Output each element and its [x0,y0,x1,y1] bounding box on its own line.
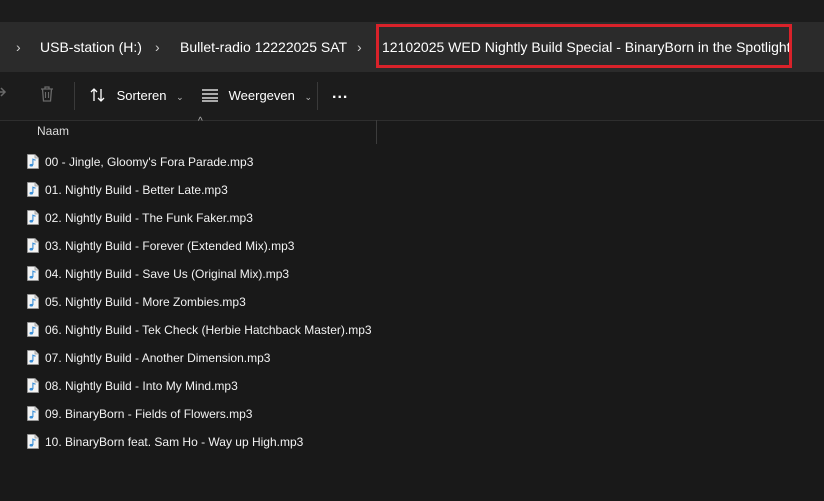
audio-file-icon [27,322,39,337]
audio-file-icon [27,238,39,253]
audio-file-icon [27,154,39,169]
list-item[interactable]: 03. Nightly Build - Forever (Extended Mi… [0,232,824,260]
file-name: 07. Nightly Build - Another Dimension.mp… [45,351,271,365]
file-name: 06. Nightly Build - Tek Check (Herbie Ha… [45,323,372,337]
file-name: 01. Nightly Build - Better Late.mp3 [45,183,228,197]
list-item[interactable]: 06. Nightly Build - Tek Check (Herbie Ha… [0,316,824,344]
sort-arrows-icon [90,88,105,102]
toolbar-separator [74,82,75,110]
sort-button[interactable]: Sorteren ⌄ [89,84,184,108]
view-label: Weergeven [228,88,295,103]
breadcrumb-item-usb-station[interactable]: USB-station (H:) [40,22,142,72]
sort-label: Sorteren [116,88,167,103]
breadcrumb-item-bullet-radio[interactable]: Bullet-radio 12222025 SAT [180,22,347,72]
list-item[interactable]: 10. BinaryBorn feat. Sam Ho - Way up Hig… [0,428,824,456]
chevron-right-icon[interactable]: › [16,22,21,72]
audio-file-icon [27,210,39,225]
sort-ascending-icon: ^ [198,116,203,127]
file-name: 04. Nightly Build - Save Us (Original Mi… [45,267,290,281]
file-name: 10. BinaryBorn feat. Sam Ho - Way up Hig… [45,435,304,449]
list-item[interactable]: 02. Nightly Build - The Funk Faker.mp3 [0,204,824,232]
command-bar: Sorteren ⌄ Weergeven ⌄ ... [0,72,824,121]
file-name: 00 - Jingle, Gloomy's Fora Parade.mp3 [45,155,254,169]
file-name: 09. BinaryBorn - Fields of Flowers.mp3 [45,407,253,421]
list-item[interactable]: 05. Nightly Build - More Zombies.mp3 [0,288,824,316]
delete-icon[interactable] [39,85,55,109]
list-item[interactable]: 09. BinaryBorn - Fields of Flowers.mp3 [0,400,824,428]
list-item[interactable]: 04. Nightly Build - Save Us (Original Mi… [0,260,824,288]
audio-file-icon [27,266,39,281]
list-item[interactable]: 07. Nightly Build - Another Dimension.mp… [0,344,824,372]
chevron-down-icon: ⌄ [304,92,313,102]
chevron-right-icon[interactable]: › [357,22,362,72]
audio-file-icon [27,294,39,309]
view-button[interactable]: Weergeven ⌄ [201,84,312,108]
highlight-annotation-box [376,24,792,68]
list-item[interactable]: 01. Nightly Build - Better Late.mp3 [0,176,824,204]
chevron-right-icon[interactable]: › [155,22,160,72]
more-options-button[interactable]: ... [332,82,348,106]
file-name: 03. Nightly Build - Forever (Extended Mi… [45,239,295,253]
view-list-icon [202,89,218,102]
column-header-row: ^ Naam [0,116,824,144]
audio-file-icon [27,406,39,421]
file-name: 05. Nightly Build - More Zombies.mp3 [45,295,246,309]
column-divider[interactable] [376,120,377,144]
chevron-down-icon: ⌄ [176,92,184,102]
toolbar-separator [317,82,318,110]
file-name: 08. Nightly Build - Into My Mind.mp3 [45,379,238,393]
file-name: 02. Nightly Build - The Funk Faker.mp3 [45,211,253,225]
list-item[interactable]: 00 - Jingle, Gloomy's Fora Parade.mp3 [0,148,824,176]
audio-file-icon [27,350,39,365]
audio-file-icon [27,378,39,393]
title-bar-strip [0,0,824,22]
share-icon[interactable] [0,84,8,108]
audio-file-icon [27,182,39,197]
audio-file-icon [27,434,39,449]
column-header-name[interactable]: Naam [37,124,69,138]
list-item[interactable]: 08. Nightly Build - Into My Mind.mp3 [0,372,824,400]
